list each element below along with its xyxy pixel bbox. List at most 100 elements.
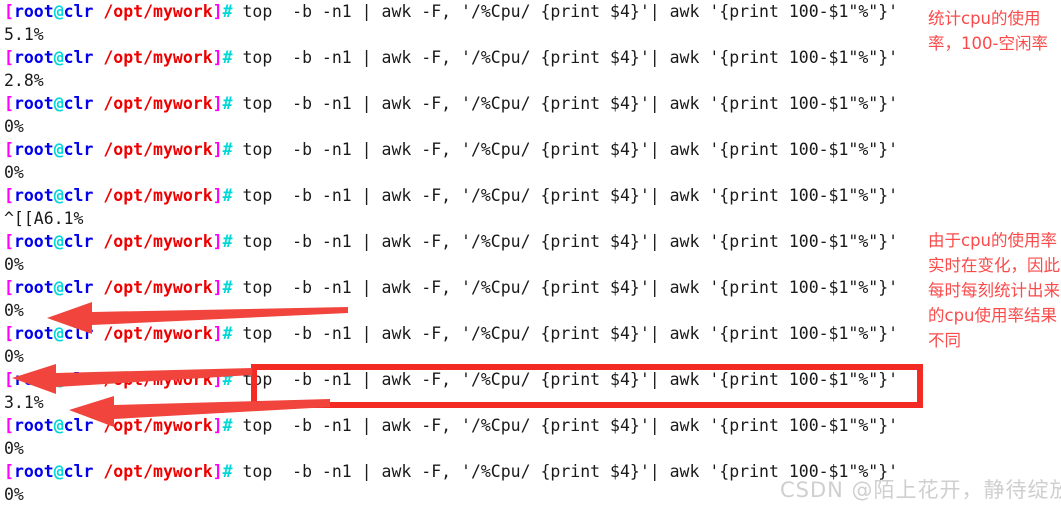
terminal-output-value: 0% bbox=[4, 163, 24, 182]
terminal-output-line: 3.1% bbox=[0, 391, 930, 414]
prompt-at-sign: @ bbox=[53, 94, 64, 113]
prompt-at-sign: @ bbox=[53, 140, 64, 159]
prompt-at-sign: @ bbox=[53, 2, 64, 21]
prompt-open-bracket: [ bbox=[4, 48, 14, 67]
terminal-command-line: [root@clr /opt/mywork]# top -b -n1 | awk… bbox=[0, 92, 930, 115]
prompt-hostname: clr bbox=[63, 324, 94, 343]
annotation-cpu-usage: 统计cpu的使用率，100-空闲率 bbox=[928, 9, 1048, 53]
prompt-close-bracket: ] bbox=[212, 370, 223, 389]
prompt-separator bbox=[93, 48, 103, 67]
terminal-command-text: top -b -n1 | awk -F, '/%Cpu/ {print $4}'… bbox=[232, 48, 899, 67]
terminal-output-line: 0% bbox=[0, 299, 930, 322]
terminal-command-text: top -b -n1 | awk -F, '/%Cpu/ {print $4}'… bbox=[232, 94, 899, 113]
prompt-at-sign: @ bbox=[53, 370, 64, 389]
prompt-separator bbox=[93, 232, 103, 251]
terminal-command-text: top -b -n1 | awk -F, '/%Cpu/ {print $4}'… bbox=[232, 140, 899, 159]
terminal-transcript: [root@clr /opt/mywork]# top -b -n1 | awk… bbox=[0, 0, 930, 507]
prompt-hostname: clr bbox=[63, 94, 94, 113]
terminal-output-value: 0% bbox=[4, 117, 24, 136]
prompt-path: /opt/mywork bbox=[103, 186, 213, 205]
prompt-hostname: clr bbox=[63, 48, 94, 67]
prompt-hash: # bbox=[222, 462, 233, 481]
prompt-hash: # bbox=[222, 2, 233, 21]
terminal-output-line: ^[[A6.1% bbox=[0, 207, 930, 230]
terminal-output-line: 0% bbox=[0, 437, 930, 460]
terminal-output-value: 0% bbox=[4, 439, 24, 458]
terminal-command-text: top -b -n1 | awk -F, '/%Cpu/ {print $4}'… bbox=[232, 2, 899, 21]
prompt-path: /opt/mywork bbox=[103, 324, 213, 343]
prompt-path: /opt/mywork bbox=[103, 278, 213, 297]
prompt-path: /opt/mywork bbox=[103, 140, 213, 159]
prompt-at-sign: @ bbox=[53, 232, 64, 251]
prompt-user: root bbox=[13, 324, 54, 343]
prompt-separator bbox=[93, 94, 103, 113]
prompt-user: root bbox=[13, 278, 54, 297]
terminal-command-text: top -b -n1 | awk -F, '/%Cpu/ {print $4}'… bbox=[232, 186, 899, 205]
terminal-output-value: 0% bbox=[4, 485, 24, 504]
prompt-close-bracket: ] bbox=[212, 140, 223, 159]
prompt-hostname: clr bbox=[63, 278, 94, 297]
prompt-path: /opt/mywork bbox=[103, 462, 213, 481]
prompt-hash: # bbox=[222, 232, 233, 251]
prompt-close-bracket: ] bbox=[212, 232, 223, 251]
annotation-realtime-variation: 由于cpu的使用率实时在变化，因此每时每刻统计出来的cpu使用率结果不同 bbox=[928, 231, 1060, 350]
prompt-at-sign: @ bbox=[53, 186, 64, 205]
prompt-hostname: clr bbox=[63, 140, 94, 159]
terminal-output-line: 0% bbox=[0, 345, 930, 368]
prompt-hash: # bbox=[222, 278, 233, 297]
prompt-at-sign: @ bbox=[53, 48, 64, 67]
prompt-separator bbox=[93, 324, 103, 343]
prompt-path: /opt/mywork bbox=[103, 94, 213, 113]
terminal-command-line: [root@clr /opt/mywork]# top -b -n1 | awk… bbox=[0, 276, 930, 299]
prompt-hostname: clr bbox=[63, 232, 94, 251]
prompt-open-bracket: [ bbox=[4, 232, 14, 251]
prompt-open-bracket: [ bbox=[4, 370, 14, 389]
terminal-output-line: 0% bbox=[0, 161, 930, 184]
prompt-hash: # bbox=[222, 140, 233, 159]
terminal-command-line: [root@clr /opt/mywork]# top -b -n1 | awk… bbox=[0, 184, 930, 207]
prompt-separator bbox=[93, 140, 103, 159]
prompt-open-bracket: [ bbox=[4, 416, 14, 435]
prompt-user: root bbox=[13, 232, 54, 251]
prompt-close-bracket: ] bbox=[212, 48, 223, 67]
prompt-open-bracket: [ bbox=[4, 2, 14, 21]
prompt-at-sign: @ bbox=[53, 462, 64, 481]
prompt-path: /opt/mywork bbox=[103, 232, 213, 251]
terminal-output-value: 0% bbox=[4, 301, 24, 320]
prompt-user: root bbox=[13, 94, 54, 113]
prompt-separator bbox=[93, 462, 103, 481]
prompt-separator bbox=[93, 2, 103, 21]
terminal-command-line: [root@clr /opt/mywork]# top -b -n1 | awk… bbox=[0, 46, 930, 69]
terminal-command-line: [root@clr /opt/mywork]# top -b -n1 | awk… bbox=[0, 322, 930, 345]
prompt-hostname: clr bbox=[63, 370, 94, 389]
prompt-open-bracket: [ bbox=[4, 462, 14, 481]
prompt-user: root bbox=[13, 140, 54, 159]
prompt-path: /opt/mywork bbox=[103, 370, 213, 389]
prompt-close-bracket: ] bbox=[212, 2, 223, 21]
prompt-close-bracket: ] bbox=[212, 416, 223, 435]
prompt-close-bracket: ] bbox=[212, 324, 223, 343]
terminal-output-line: 2.8% bbox=[0, 69, 930, 92]
prompt-open-bracket: [ bbox=[4, 140, 14, 159]
terminal-command-text: top -b -n1 | awk -F, '/%Cpu/ {print $4}'… bbox=[232, 416, 899, 435]
prompt-hostname: clr bbox=[63, 416, 94, 435]
prompt-at-sign: @ bbox=[53, 324, 64, 343]
prompt-close-bracket: ] bbox=[212, 94, 223, 113]
prompt-open-bracket: [ bbox=[4, 324, 14, 343]
prompt-open-bracket: [ bbox=[4, 94, 14, 113]
terminal-output-line: 0% bbox=[0, 253, 930, 276]
prompt-hash: # bbox=[222, 48, 233, 67]
terminal-output-line: 5.1% bbox=[0, 23, 930, 46]
prompt-user: root bbox=[13, 370, 54, 389]
prompt-user: root bbox=[13, 48, 54, 67]
terminal-output-value: 5.1% bbox=[4, 25, 44, 44]
prompt-hash: # bbox=[222, 324, 233, 343]
terminal-output-value: 0% bbox=[4, 347, 24, 366]
prompt-path: /opt/mywork bbox=[103, 416, 213, 435]
prompt-user: root bbox=[13, 2, 54, 21]
prompt-path: /opt/mywork bbox=[103, 48, 213, 67]
terminal-command-text: top -b -n1 | awk -F, '/%Cpu/ {print $4}'… bbox=[232, 324, 899, 343]
terminal-command-line: [root@clr /opt/mywork]# top -b -n1 | awk… bbox=[0, 138, 930, 161]
prompt-close-bracket: ] bbox=[212, 462, 223, 481]
prompt-open-bracket: [ bbox=[4, 186, 14, 205]
